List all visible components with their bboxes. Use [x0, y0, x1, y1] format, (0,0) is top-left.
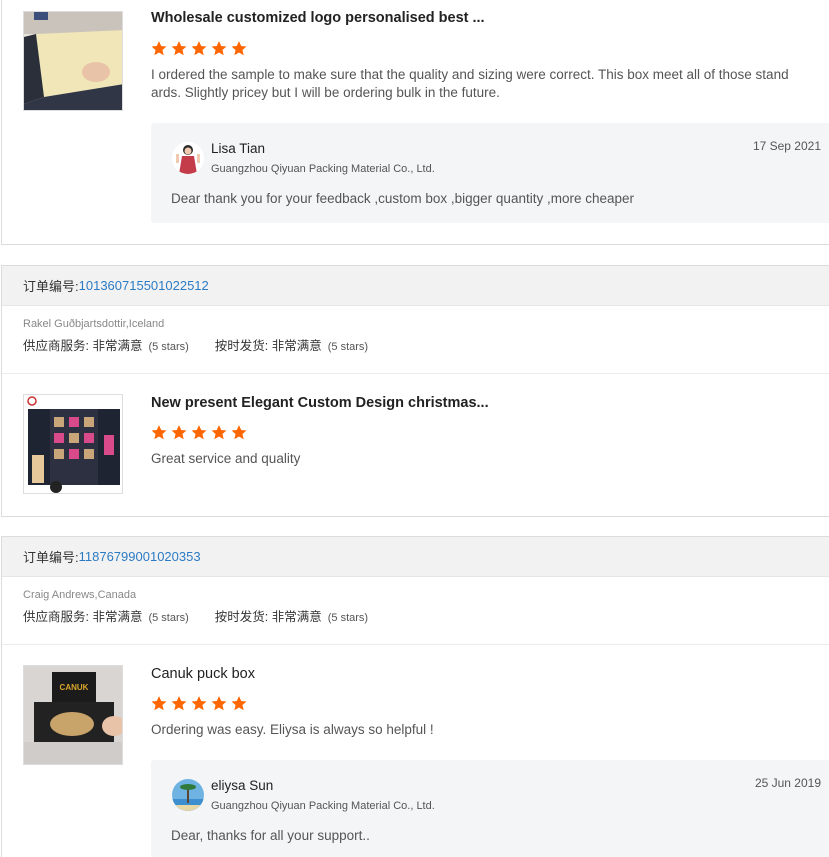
order-header: 订单编号: 11876799001020353	[2, 537, 829, 577]
reply-author-name: Lisa Tian	[211, 141, 266, 156]
star-icon	[150, 424, 168, 441]
ontime-delivery-rating: 按时发货: 非常满意 (5 stars)	[215, 337, 368, 356]
reply-message: Dear thank you for your feedback ,custom…	[171, 191, 635, 206]
star-icon	[230, 40, 248, 57]
avatar	[172, 142, 204, 174]
star-rating	[150, 424, 248, 441]
buyer-name: Craig Andrews,Canada	[23, 589, 137, 601]
order-ratings: 供应商服务: 非常满意 (5 stars) 按时发货: 非常满意 (5 stars)	[23, 608, 808, 627]
supplier-service-label: 供应商服务: 非常满意	[23, 339, 143, 353]
ontime-stars: (5 stars)	[327, 341, 369, 353]
ontime-stars: (5 stars)	[327, 612, 369, 624]
review-card-3: 订单编号: 11876799001020353 Craig Andrews,Ca…	[1, 536, 829, 857]
star-icon	[190, 40, 208, 57]
star-icon	[210, 40, 228, 57]
product-title[interactable]: Wholesale customized logo personalised b…	[151, 10, 485, 26]
order-number-link[interactable]: 11876799001020353	[79, 549, 201, 564]
star-icon	[150, 40, 168, 57]
star-icon	[210, 695, 228, 712]
supplier-reply: eliysa Sun Guangzhou Qiyuan Packing Mate…	[151, 760, 829, 857]
reply-message: Dear, thanks for all your support..	[171, 828, 370, 843]
order-label: 订单编号:	[23, 279, 79, 294]
review-card-1: Wholesale customized logo personalised b…	[1, 0, 829, 245]
star-icon	[230, 695, 248, 712]
product-thumbnail[interactable]	[23, 394, 123, 494]
svg-text:CANUK: CANUK	[60, 683, 89, 692]
reply-date: 25 Jun 2019	[754, 776, 821, 790]
product-title[interactable]: New present Elegant Custom Design christ…	[151, 395, 489, 411]
buyer-name: Rakel Guðbjartsdottir,Iceland	[23, 318, 165, 330]
reply-company: Guangzhou Qiyuan Packing Material Co., L…	[211, 800, 435, 812]
star-rating	[150, 40, 248, 57]
star-icon	[170, 40, 188, 57]
supplier-service-rating: 供应商服务: 非常满意 (5 stars)	[23, 608, 189, 627]
avatar	[172, 779, 204, 811]
product-thumbnail[interactable]: CANUK	[23, 665, 123, 765]
order-header: 订单编号: 101360715501022512	[2, 266, 829, 306]
reply-company: Guangzhou Qiyuan Packing Material Co., L…	[211, 163, 435, 175]
supplier-service-rating: 供应商服务: 非常满意 (5 stars)	[23, 337, 189, 356]
order-ratings: 供应商服务: 非常满意 (5 stars) 按时发货: 非常满意 (5 stars)	[23, 337, 808, 356]
review-comment: I ordered the sample to make sure that t…	[151, 67, 789, 100]
product-title[interactable]: Canuk puck box	[151, 666, 255, 682]
star-icon	[190, 424, 208, 441]
reply-author-name: eliysa Sun	[211, 778, 274, 793]
ontime-label: 按时发货: 非常满意	[214, 610, 322, 624]
review-comment: Great service and quality	[151, 451, 301, 466]
star-icon	[150, 695, 168, 712]
review-card-2: 订单编号: 101360715501022512 Rakel Guðbjarts…	[1, 265, 829, 517]
buyer-info: Rakel Guðbjartsdottir,Iceland 供应商服务: 非常满…	[2, 306, 829, 374]
supplier-reply: Lisa Tian Guangzhou Qiyuan Packing Mater…	[151, 123, 829, 223]
star-rating	[150, 695, 248, 712]
star-icon	[230, 424, 248, 441]
supplier-service-label: 供应商服务: 非常满意	[23, 610, 143, 624]
supplier-service-stars: (5 stars)	[148, 612, 189, 624]
star-icon	[170, 695, 188, 712]
star-icon	[210, 424, 228, 441]
supplier-service-stars: (5 stars)	[148, 341, 189, 353]
reply-date: 17 Sep 2021	[752, 139, 821, 153]
ontime-delivery-rating: 按时发货: 非常满意 (5 stars)	[215, 608, 368, 627]
review: CANUK Canuk puck box Ordering was easy. …	[2, 645, 829, 857]
review: New present Elegant Custom Design christ…	[2, 374, 829, 516]
ontime-label: 按时发货: 非常满意	[214, 339, 322, 353]
star-icon	[190, 695, 208, 712]
star-icon	[170, 424, 188, 441]
review: Wholesale customized logo personalised b…	[2, 0, 829, 246]
buyer-info: Craig Andrews,Canada 供应商服务: 非常满意 (5 stars…	[2, 577, 829, 645]
order-label: 订单编号:	[23, 550, 79, 565]
review-comment: Ordering was easy. Eliysa is always so h…	[151, 722, 434, 737]
product-thumbnail[interactable]	[23, 11, 123, 111]
order-number-link[interactable]: 101360715501022512	[79, 278, 209, 293]
